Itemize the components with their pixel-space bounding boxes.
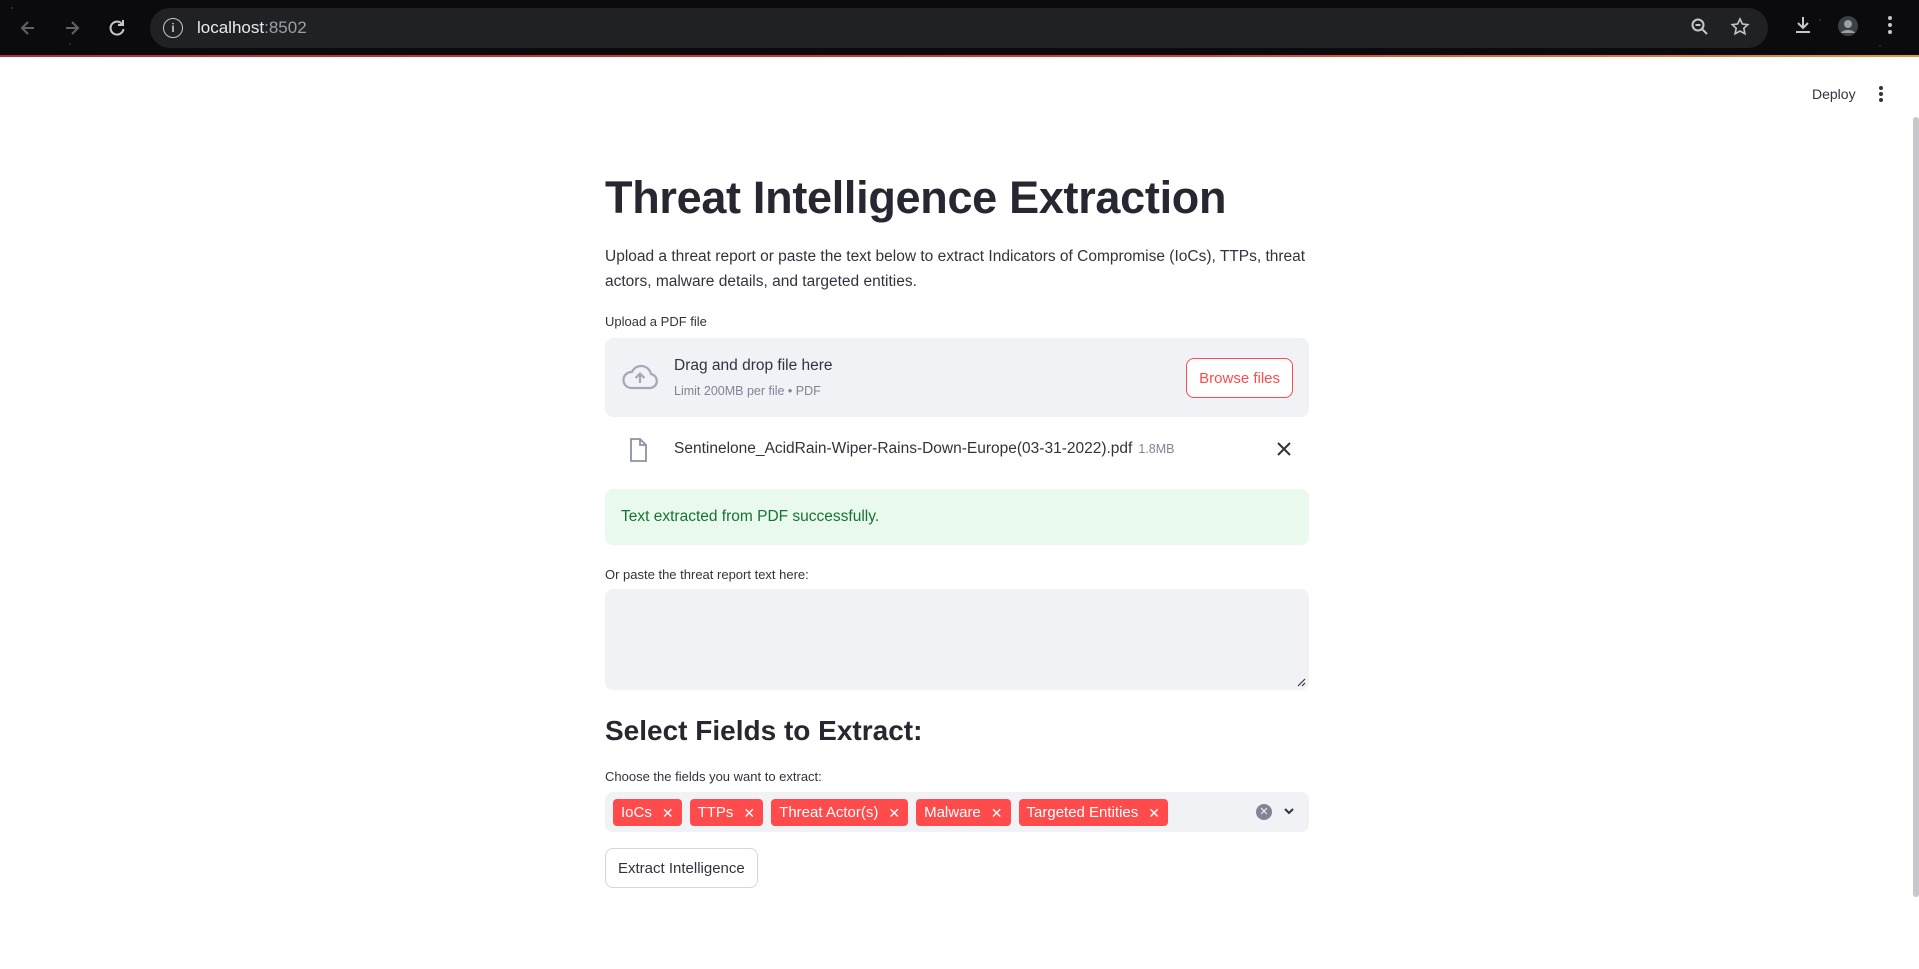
extract-intelligence-button[interactable]: Extract Intelligence <box>605 848 758 888</box>
uploaded-file: Sentinelone_AcidRain-Wiper-Rains-Down-Eu… <box>605 430 1309 470</box>
remove-tag-icon[interactable]: ✕ <box>743 806 755 820</box>
browse-files-button[interactable]: Browse files <box>1186 358 1293 398</box>
upload-label: Upload a PDF file <box>605 314 707 329</box>
field-tag[interactable]: TTPs ✕ <box>689 799 764 826</box>
browser-toolbar: i localhost:8502 <box>0 0 1919 57</box>
section-title: Select Fields to Extract: <box>605 715 923 746</box>
main-menu-icon[interactable] <box>1876 84 1886 104</box>
menu-icon[interactable] <box>1886 14 1894 42</box>
remove-tag-icon[interactable]: ✕ <box>991 806 1003 820</box>
file-size: 1.8MB <box>1138 442 1175 456</box>
paste-label: Or paste the threat report text here: <box>605 567 809 582</box>
fields-label: Choose the fields you want to extract: <box>605 769 822 784</box>
file-dropzone[interactable]: Drag and drop file here Limit 200MB per … <box>605 338 1309 417</box>
file-name: Sentinelone_AcidRain-Wiper-Rains-Down-Eu… <box>674 440 1133 457</box>
dropzone-limit: Limit 200MB per file • PDF <box>674 384 821 398</box>
chevron-down-icon[interactable] <box>1283 805 1295 817</box>
page-title: Threat Intelligence Extraction <box>605 172 1227 223</box>
remove-tag-icon[interactable]: ✕ <box>1148 806 1160 820</box>
star-icon[interactable] <box>1730 17 1750 43</box>
zoom-icon[interactable] <box>1690 17 1710 43</box>
info-icon[interactable]: i <box>163 18 183 38</box>
profile-icon[interactable] <box>1836 14 1860 44</box>
reload-icon[interactable] <box>103 14 131 42</box>
remove-tag-icon[interactable]: ✕ <box>888 806 900 820</box>
field-tag[interactable]: Malware ✕ <box>916 799 1011 826</box>
scrollbar[interactable] <box>1913 117 1919 897</box>
cloud-upload-icon <box>622 364 658 390</box>
clear-all-icon[interactable]: ✕ <box>1256 804 1272 820</box>
field-tag[interactable]: IoCs ✕ <box>613 799 682 826</box>
page-description: Upload a threat report or paste the text… <box>605 248 1306 290</box>
url-text[interactable]: localhost:8502 <box>197 18 307 38</box>
address-bar[interactable]: i localhost:8502 <box>150 8 1768 48</box>
resize-handle-icon[interactable] <box>1296 677 1306 687</box>
file-icon <box>630 438 647 462</box>
success-alert: Text extracted from PDF successfully. <box>605 489 1309 545</box>
dropzone-title: Drag and drop file here <box>674 357 833 374</box>
deploy-button[interactable]: Deploy <box>1812 86 1856 102</box>
remove-tag-icon[interactable]: ✕ <box>662 806 674 820</box>
forward-icon[interactable] <box>58 14 86 42</box>
remove-file-icon[interactable] <box>1277 438 1291 460</box>
download-icon[interactable] <box>1792 14 1814 42</box>
field-tag[interactable]: Targeted Entities ✕ <box>1018 799 1168 826</box>
report-text-area[interactable] <box>605 589 1309 690</box>
fields-multiselect[interactable]: IoCs ✕ TTPs ✕ Threat Actor(s) ✕ Malware ✕ Ta… <box>605 792 1309 832</box>
back-icon[interactable] <box>14 14 42 42</box>
field-tag[interactable]: Threat Actor(s) ✕ <box>771 799 909 826</box>
